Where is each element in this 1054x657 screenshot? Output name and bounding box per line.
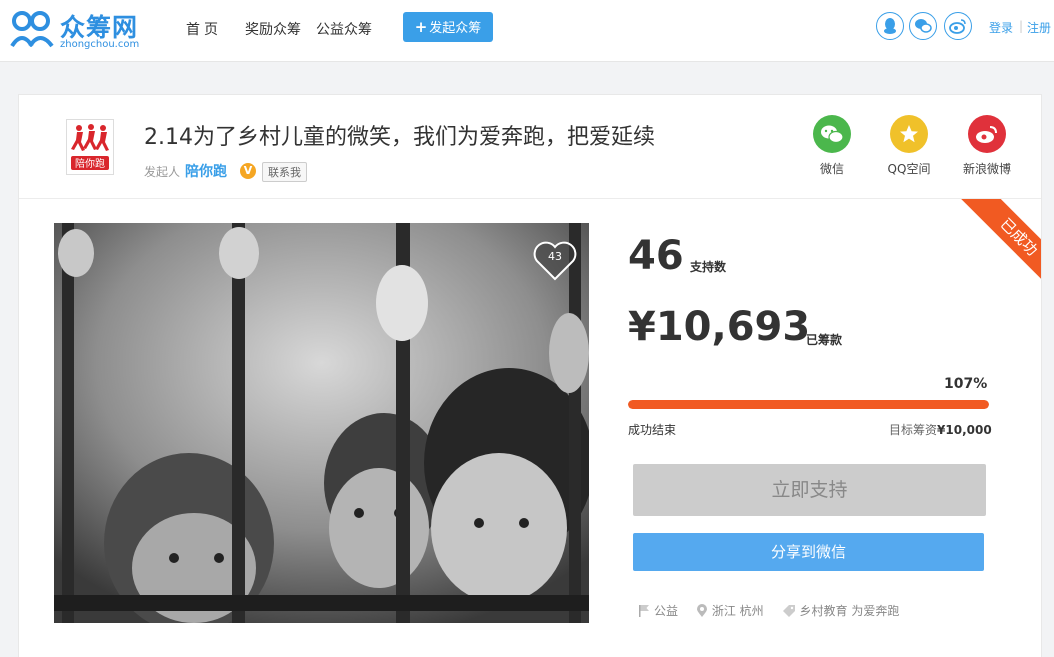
project-header: 陪你跑 2.14为了乡村儿童的微笑，我们为爱奔跑，把爱延续 发起人 陪你跑 V …: [19, 95, 1041, 199]
share-qzone-button[interactable]: QQ空间: [879, 115, 939, 177]
plus-icon: +: [414, 18, 428, 36]
project-photo: 43: [54, 223, 589, 623]
weibo-share-icon: [968, 115, 1006, 153]
share-qzone-label: QQ空间: [887, 162, 931, 176]
success-ribbon: 已成功: [959, 199, 1041, 283]
funding-progress-fill: [628, 400, 989, 409]
children-behind-fence-image: [54, 223, 589, 623]
site-logo[interactable]: 众筹网 zhongchou.com: [10, 8, 150, 52]
qq-icon: [884, 18, 896, 34]
logo-caption: 陪你跑: [75, 157, 105, 170]
runner-logo-image: 陪你跑: [67, 120, 113, 174]
funding-target: 目标筹资¥10,000: [889, 421, 992, 438]
flag-icon: [639, 604, 649, 617]
initiator-name-link[interactable]: 陪你跑: [185, 161, 227, 181]
funding-progress-bar: [628, 400, 989, 409]
funding-percent: 107%: [944, 376, 988, 392]
nav-reward-crowdfunding[interactable]: 奖励众筹: [245, 19, 301, 39]
project-title: 2.14为了乡村儿童的微笑，我们为爱奔跑，把爱延续: [144, 125, 655, 150]
top-navbar: 众筹网 zhongchou.com 首页 奖励众筹 公益众筹 + 发起众筹 登录 …: [0, 0, 1054, 62]
location-label: 浙江 杭州: [711, 604, 764, 618]
category-tag[interactable]: 公益: [638, 602, 678, 619]
qzone-star-icon: [890, 115, 928, 153]
raised-label: 已筹款: [806, 333, 843, 347]
funding-status: 成功结束: [628, 423, 677, 437]
project-initiator-logo[interactable]: 陪你跑: [66, 119, 114, 175]
initiator-label: 发起人: [144, 165, 181, 179]
backers-label: 支持数: [690, 260, 727, 274]
logo-people-icon: [10, 11, 54, 48]
login-link[interactable]: 登录: [989, 19, 1013, 36]
qq-login-icon[interactable]: [876, 12, 904, 40]
target-label: 目标筹资: [889, 423, 938, 437]
project-tags: 公益 浙江 杭州 乡村教育 为爱奔跑: [638, 602, 913, 621]
weibo-icon: [949, 19, 966, 34]
project-card: 陪你跑 2.14为了乡村儿童的微笑，我们为爱奔跑，把爱延续 发起人 陪你跑 V …: [18, 94, 1042, 657]
keyword-label: 乡村教育 为爱奔跑: [799, 604, 900, 618]
nav-charity-crowdfunding[interactable]: 公益众筹: [316, 19, 372, 39]
weibo-login-icon[interactable]: [944, 12, 972, 40]
nav-separator: |: [1019, 19, 1024, 33]
share-weibo-label: 新浪微博: [962, 162, 1011, 176]
like-button[interactable]: 43: [532, 239, 578, 283]
tag-icon: [782, 604, 795, 617]
keyword-tag[interactable]: 乡村教育 为爱奔跑: [782, 602, 900, 619]
verified-badge-icon: V: [240, 163, 256, 179]
raised-amount: ¥10,693: [628, 304, 811, 350]
launch-label: 发起众筹: [429, 21, 482, 36]
wechat-icon: [915, 19, 932, 33]
success-ribbon-label: 已成功: [959, 199, 1041, 283]
share-to-wechat-button[interactable]: 分享到微信: [633, 533, 984, 571]
backers-count: 46: [628, 233, 684, 279]
nav-home[interactable]: 首页: [186, 19, 222, 39]
launch-crowdfunding-button[interactable]: + 发起众筹: [403, 12, 493, 42]
logo-domain: zhongchou.com: [60, 39, 140, 50]
support-now-button[interactable]: 立即支持: [633, 464, 986, 516]
like-count: 43: [548, 250, 562, 263]
share-wechat-label: 微信: [819, 162, 844, 176]
share-weibo-button[interactable]: 新浪微博: [957, 115, 1017, 177]
wechat-share-icon: [813, 115, 851, 153]
target-value: ¥10,000: [937, 423, 992, 437]
wechat-login-icon[interactable]: [909, 12, 937, 40]
location-tag[interactable]: 浙江 杭州: [696, 602, 764, 619]
location-pin-icon: [696, 603, 707, 617]
category-label: 公益: [654, 604, 679, 618]
contact-me-button[interactable]: 联系我: [262, 162, 307, 182]
share-wechat-button[interactable]: 微信: [802, 115, 862, 177]
register-link[interactable]: 注册: [1027, 19, 1051, 36]
